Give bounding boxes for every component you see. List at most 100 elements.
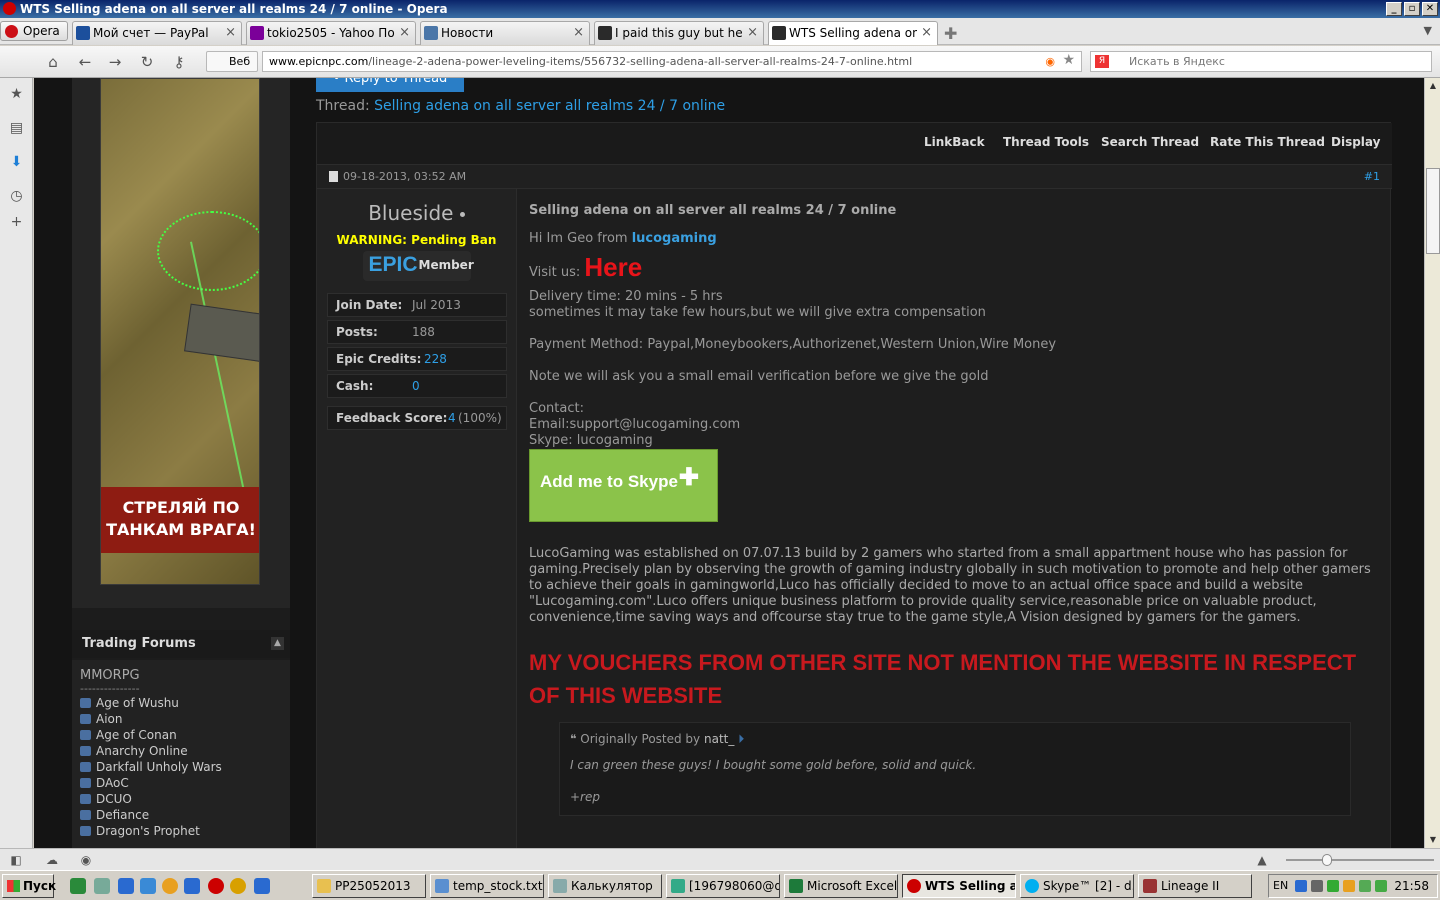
taskbar-item-excel[interactable]: Microsoft Excel ... xyxy=(784,874,898,898)
forum-link[interactable]: Defiance xyxy=(80,807,282,823)
history-clock-icon[interactable]: ◷ xyxy=(8,188,25,205)
view-post-icon[interactable]: ⏵ xyxy=(738,732,744,746)
forum-link[interactable]: Aion xyxy=(80,711,282,727)
key-icon[interactable]: ⚷ xyxy=(168,52,190,72)
tray-network-icon[interactable] xyxy=(1295,880,1307,892)
quicklaunch-app-icon[interactable] xyxy=(94,878,110,894)
quicklaunch-chrome-icon[interactable] xyxy=(162,878,178,894)
tray-app-icon[interactable] xyxy=(1343,880,1355,892)
stat-value-link[interactable]: 228 xyxy=(424,348,447,370)
tray-app-icon[interactable] xyxy=(1327,880,1339,892)
language-indicator[interactable]: EN xyxy=(1273,875,1288,897)
here-link[interactable]: Here xyxy=(584,252,642,282)
forum-link[interactable]: Anarchy Online xyxy=(80,743,282,759)
back-icon[interactable]: ← xyxy=(74,52,96,72)
tab-paypal[interactable]: Мой счет — PayPal × xyxy=(72,21,242,45)
feedback-score-link[interactable]: 4 xyxy=(448,407,456,429)
reload-icon[interactable]: ↻ xyxy=(136,52,158,72)
tab-news[interactable]: Новости × xyxy=(420,21,590,45)
tray-app-icon[interactable] xyxy=(1311,880,1323,892)
rate-thread-menu[interactable]: Rate This Thread xyxy=(1210,135,1325,149)
notes-icon[interactable]: ▤ xyxy=(8,120,25,137)
forum-link[interactable]: DAoC xyxy=(80,775,282,791)
tab-close-icon[interactable]: × xyxy=(747,22,758,44)
display-menu[interactable]: Display xyxy=(1331,135,1380,149)
zoom-slider[interactable] xyxy=(1286,859,1434,861)
forum-link[interactable]: Dragon's Prophet xyxy=(80,823,282,839)
forum-category[interactable]: MMORPG xyxy=(80,668,282,683)
tray-app-icon[interactable] xyxy=(1375,880,1387,892)
cloud-icon[interactable]: ☁ xyxy=(44,853,60,867)
start-button[interactable]: Пуск xyxy=(2,874,56,898)
close-window-button[interactable]: ✕ xyxy=(1422,2,1438,16)
home-icon[interactable]: ⌂ xyxy=(42,52,64,72)
tab-close-icon[interactable]: × xyxy=(225,22,236,44)
scroll-down-icon[interactable]: ▼ xyxy=(1426,833,1440,847)
tank-game-ad[interactable]: СТРЕЛЯЙ ПО ТАНКАМ ВРАГА! xyxy=(100,78,260,585)
quicklaunch-app-icon[interactable] xyxy=(70,878,86,894)
scroll-thumb[interactable] xyxy=(1426,168,1440,254)
taskbar-item-calculator[interactable]: Калькулятор xyxy=(548,874,662,898)
forum-link[interactable]: DCUO xyxy=(80,791,282,807)
quote-author-link[interactable]: natt_ xyxy=(704,732,734,746)
zoom-up-icon[interactable]: ▲ xyxy=(1254,853,1270,867)
quicklaunch-player-icon[interactable] xyxy=(230,878,246,894)
quicklaunch-app-icon[interactable] xyxy=(140,878,156,894)
tab-menu-chevron-icon[interactable]: ▼ xyxy=(1424,24,1432,37)
taskbar-item-folder[interactable]: PP25052013 xyxy=(312,874,426,898)
taskbar-item-notepad[interactable]: temp_stock.txt... xyxy=(430,874,544,898)
brand-link[interactable]: lucogaming xyxy=(632,231,717,246)
skype-icon xyxy=(1025,879,1039,893)
reply-to-thread-button[interactable]: • Reply to Thread xyxy=(316,78,464,92)
thread-title-link[interactable]: Selling adena on all server all realms 2… xyxy=(374,98,725,114)
thread-tools-menu[interactable]: Thread Tools xyxy=(1003,135,1089,149)
post-number-link[interactable]: #1 xyxy=(1364,165,1380,189)
tab-close-icon[interactable]: × xyxy=(921,22,932,44)
forum-link[interactable]: Age of Conan xyxy=(80,727,282,743)
quicklaunch-app-icon[interactable] xyxy=(184,878,200,894)
vertical-scrollbar[interactable]: ▲ ▼ xyxy=(1424,78,1440,848)
tab-close-icon[interactable]: × xyxy=(399,22,410,44)
cash-row: Cash: 0 xyxy=(327,374,507,398)
forward-icon[interactable]: → xyxy=(104,52,126,72)
collapse-icon[interactable]: ▲ xyxy=(271,637,284,650)
forum-link[interactable]: Darkfall Unholy Wars xyxy=(80,759,282,775)
tray-volume-icon[interactable] xyxy=(1359,880,1371,892)
taskbar-item-skype[interactable]: Skype™ [2] - d... xyxy=(1020,874,1134,898)
add-me-to-skype-button[interactable]: Add me to Skype ✚ xyxy=(529,449,718,522)
opera-menu-button[interactable]: Opera xyxy=(0,21,68,41)
minimize-button[interactable]: _ xyxy=(1386,2,1402,16)
username[interactable]: Blueside xyxy=(317,201,516,225)
panel-toggle-icon[interactable]: ◧ xyxy=(8,853,24,867)
address-field[interactable]: www.epicnpc.com/lineage-2-adena-power-le… xyxy=(262,51,1082,72)
new-tab-icon[interactable]: ✚ xyxy=(944,24,957,43)
quicklaunch-ie-icon[interactable] xyxy=(118,878,134,894)
search-field[interactable]: Я Искать в Яндекс xyxy=(1090,51,1432,72)
taskbar-item-opera[interactable]: WTS Selling a... xyxy=(902,874,1016,898)
bookmarks-star-icon[interactable]: ★ xyxy=(8,86,25,103)
search-thread-menu[interactable]: Search Thread xyxy=(1101,135,1199,149)
linkback-menu[interactable]: LinkBack xyxy=(924,135,985,149)
web-badge[interactable]: Веб xyxy=(206,51,258,72)
forum-link[interactable]: Age of Wushu xyxy=(80,695,282,711)
rss-icon[interactable]: ◉ xyxy=(1045,52,1055,71)
taskbar-item-lineage[interactable]: Lineage II xyxy=(1138,874,1252,898)
stat-value: Jul 2013 xyxy=(412,298,461,312)
speed-dial-icon[interactable]: ◉ xyxy=(78,853,94,867)
post-content: Selling adena on all server all realms 2… xyxy=(529,189,1384,816)
tab-close-icon[interactable]: × xyxy=(573,22,584,44)
maximize-button[interactable]: ▫ xyxy=(1404,2,1420,16)
bookmark-star-icon[interactable]: ★ xyxy=(1062,52,1075,70)
quicklaunch-opera-icon[interactable] xyxy=(208,878,224,894)
zoom-slider-thumb[interactable] xyxy=(1322,854,1332,866)
tab-epicnpc-wts[interactable]: WTS Selling adena on all ... × xyxy=(768,21,938,45)
add-panel-icon[interactable]: + xyxy=(8,214,25,231)
downloads-icon[interactable]: ⬇ xyxy=(8,154,25,171)
quicklaunch-ie-icon[interactable] xyxy=(254,878,270,894)
stat-value-link[interactable]: 0 xyxy=(412,375,420,397)
scroll-up-icon[interactable]: ▲ xyxy=(1426,79,1440,93)
tab-epicnpc-paid[interactable]: I paid this guy but he do... × xyxy=(594,21,764,45)
reply-label: Reply to Thread xyxy=(344,78,448,86)
tab-yahoo-mail[interactable]: tokio2505 - Yahoo Почта × xyxy=(246,21,416,45)
taskbar-item-chat[interactable]: [196798060@q... xyxy=(666,874,780,898)
